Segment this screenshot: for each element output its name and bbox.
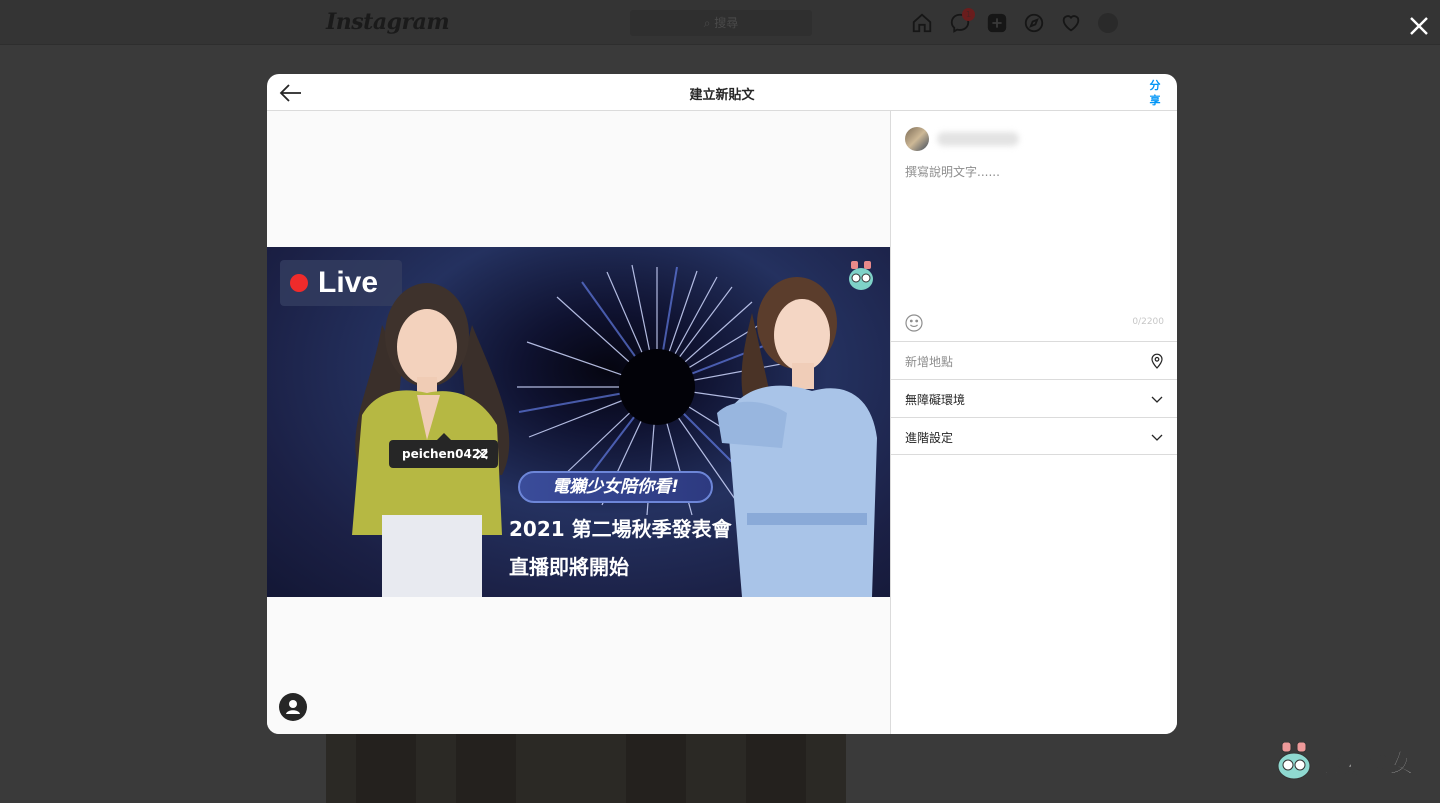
share-button[interactable]: 分享 [1147,78,1163,108]
background-search-placeholder: 搜尋 [714,16,739,30]
home-icon [912,13,932,33]
remove-tag-icon[interactable] [476,448,488,460]
accessibility-label: 無障礙環境 [905,393,966,407]
caption-pane: 0/2200 新增地點 無障礙環境 進階設定 [890,111,1177,734]
chevron-down-icon [1151,434,1163,441]
new-post-icon [987,13,1007,33]
close-icon[interactable] [1407,14,1431,38]
explore-icon [1024,13,1044,33]
chevron-down-icon [1151,396,1163,403]
mascot-logo [849,261,873,290]
post-image[interactable]: Live 電獺少女陪你看! 2021 第二場秋季發表會 直播即將開始 [267,247,890,597]
person-icon [286,700,300,714]
caption-char-count: 0/2200 [1132,317,1164,327]
create-post-dialog: 建立新貼文 分享 Live 電獺少女陪你看! 2021 第二場秋季發表會 直播即… [267,74,1177,734]
brand-watermark: 電獺少女 [1276,738,1426,784]
live-dot [290,274,308,292]
add-location-label: 新增地點 [905,355,954,369]
image-preview-pane: Live 電獺少女陪你看! 2021 第二場秋季發表會 直播即將開始 peich… [267,111,890,734]
tag-people-button[interactable] [279,693,307,721]
host-left-figure [352,283,510,597]
mascot-watermark-icon [1277,742,1311,780]
emoji-icon[interactable] [905,314,923,332]
author-row [905,127,1165,151]
profile-avatar [1098,13,1118,33]
background-header: Instagram ⌕ 搜尋 1 [0,0,1440,45]
user-tag[interactable]: peichen0422 [389,433,498,468]
author-name-blurred [937,132,1019,146]
instagram-logo: Instagram [326,9,450,35]
promo-pill: 電獺少女陪你看! [518,471,713,503]
background-feed-image [326,733,846,803]
accessibility-row[interactable]: 無障礙環境 [891,379,1177,417]
dialog-title: 建立新貼文 [689,88,755,103]
dialog-header: 建立新貼文 分享 [267,74,1177,111]
add-location-row[interactable]: 新增地點 [891,341,1177,379]
background-search-box: ⌕ 搜尋 [630,10,812,36]
heart-icon [1062,15,1080,32]
notification-badge: 1 [962,8,975,21]
advanced-settings-label: 進階設定 [905,431,954,445]
promo-headline: 2021 第二場秋季發表會 [509,517,732,541]
promo-subheadline: 直播即將開始 [509,555,629,579]
caption-input[interactable] [905,163,1165,313]
host-right-figure [717,277,877,597]
brand-name: 電獺少女 [1313,749,1415,779]
location-pin-icon [1151,353,1163,369]
author-avatar [905,127,929,151]
advanced-settings-row[interactable]: 進階設定 [891,417,1177,455]
